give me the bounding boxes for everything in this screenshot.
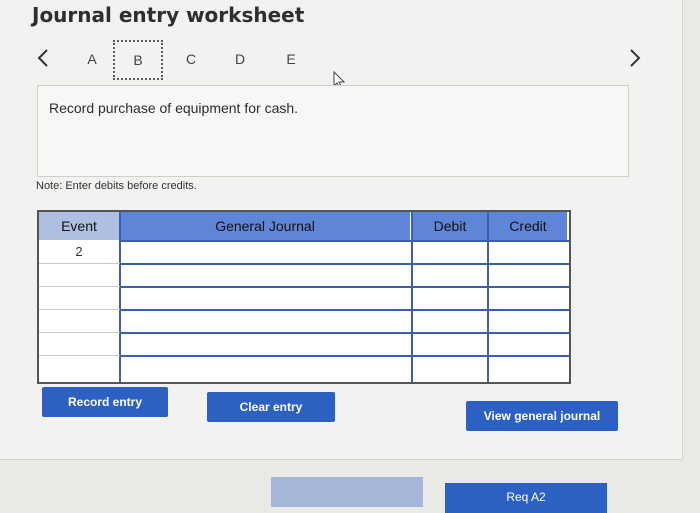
page-title: Journal entry worksheet: [32, 3, 305, 27]
credit-input[interactable]: [489, 242, 566, 262]
next-requirement-button[interactable]: Req A2: [445, 483, 607, 513]
header-debit: Debit: [413, 212, 487, 240]
previous-requirement-button[interactable]: [271, 477, 423, 507]
note-text: Note: Enter debits before credits.: [36, 180, 197, 192]
header-event: Event: [39, 212, 119, 240]
account-input[interactable]: [122, 334, 410, 354]
description-box: Record purchase of equipment for cash.: [37, 85, 629, 177]
event-cell: 2: [75, 244, 83, 259]
credit-input[interactable]: [489, 334, 566, 354]
view-general-journal-button[interactable]: View general journal: [466, 401, 618, 431]
tab-a[interactable]: A: [82, 51, 102, 67]
tab-b[interactable]: B: [113, 40, 163, 80]
tab-d[interactable]: D: [230, 51, 250, 67]
record-entry-button[interactable]: Record entry: [42, 387, 168, 417]
event-cell: [39, 287, 119, 308]
account-input[interactable]: [122, 242, 410, 262]
event-cell: [39, 356, 119, 377]
header-general-journal: General Journal: [120, 212, 410, 240]
credit-input[interactable]: [489, 311, 566, 331]
clear-entry-button[interactable]: Clear entry: [207, 392, 335, 422]
chevron-right-icon: [630, 49, 641, 67]
tab-e[interactable]: E: [281, 51, 301, 67]
event-cell: [39, 333, 119, 354]
next-tab-button[interactable]: [624, 45, 646, 71]
event-cell: [39, 264, 119, 285]
credit-input[interactable]: [489, 265, 566, 285]
debit-input[interactable]: [413, 334, 486, 354]
event-cell: [39, 310, 119, 331]
header-credit: Credit: [489, 212, 567, 240]
account-input[interactable]: [122, 288, 410, 308]
account-input[interactable]: [122, 357, 410, 377]
chevron-left-icon: [37, 49, 48, 67]
account-input[interactable]: [122, 311, 410, 331]
previous-tab-button[interactable]: [33, 45, 55, 71]
journal-table: Event General Journal Debit Credit 2: [37, 210, 571, 384]
debit-input[interactable]: [413, 242, 486, 262]
credit-input[interactable]: [489, 288, 566, 308]
tab-c[interactable]: C: [181, 51, 201, 67]
debit-input[interactable]: [413, 311, 486, 331]
worksheet-panel: Journal entry worksheet A B C D E Record…: [0, 0, 683, 460]
account-input[interactable]: [122, 265, 410, 285]
credit-input[interactable]: [489, 357, 566, 377]
debit-input[interactable]: [413, 357, 486, 377]
debit-input[interactable]: [413, 265, 486, 285]
description-text: Record purchase of equipment for cash.: [49, 100, 299, 116]
debit-input[interactable]: [413, 288, 486, 308]
